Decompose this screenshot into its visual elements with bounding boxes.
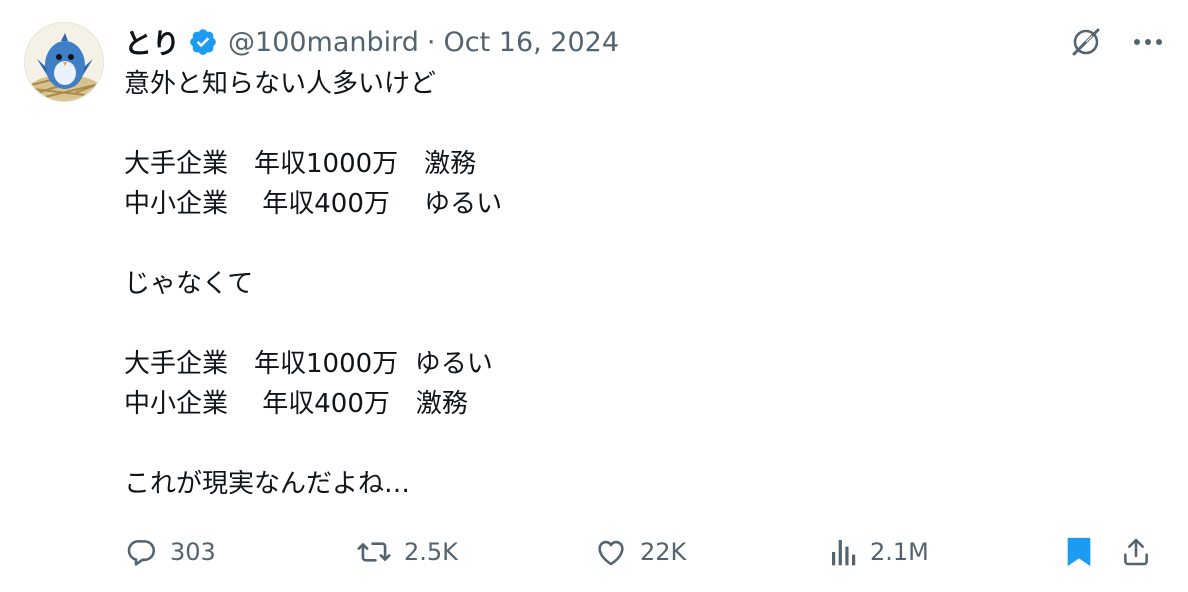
reply-count: 303 — [170, 538, 216, 566]
grok-icon[interactable] — [1068, 24, 1104, 60]
tweet-line: 中小企業 年収400万 激務 — [124, 389, 468, 419]
repost-icon — [356, 535, 392, 569]
share-icon — [1120, 535, 1152, 569]
reply-button[interactable]: 303 — [124, 528, 216, 576]
views-button[interactable]: 2.1M — [830, 528, 929, 576]
verified-badge-icon[interactable] — [188, 27, 218, 57]
repost-button[interactable]: 2.5K — [356, 528, 458, 576]
views-icon — [830, 536, 858, 568]
tweet-line — [124, 424, 1144, 464]
tweet-line: じゃなくて — [124, 269, 254, 299]
tweet-line — [124, 104, 1144, 144]
reply-icon — [124, 535, 158, 569]
tweet-line: 大手企業 年収1000万 ゆるい — [124, 349, 493, 379]
more-icon[interactable] — [1130, 24, 1166, 60]
repost-count: 2.5K — [404, 538, 458, 566]
bookmark-button[interactable] — [1064, 528, 1094, 576]
tweet-top-controls — [1068, 24, 1166, 60]
views-count: 2.1M — [870, 538, 929, 566]
display-name[interactable]: とり — [124, 22, 180, 62]
tweet-line: 中小企業 年収400万 ゆるい — [124, 189, 503, 219]
tweet-line — [124, 304, 1144, 344]
like-count: 22K — [640, 538, 687, 566]
user-handle[interactable]: @100manbird — [228, 27, 419, 58]
tweet-line — [124, 224, 1144, 264]
tweet-line: 大手企業 年収1000万 激務 — [124, 149, 477, 179]
header-separator: · — [426, 26, 436, 58]
avatar[interactable] — [24, 22, 104, 102]
tweet-actions: 303 2.5K 22K 2.1M — [124, 528, 1166, 576]
share-button[interactable] — [1120, 528, 1152, 576]
tweet-header: とり @100manbird · Oct 16, 2024 — [124, 22, 619, 62]
like-button[interactable]: 22K — [594, 528, 686, 576]
avatar-image — [25, 23, 103, 101]
tweet-line: これが現実なんだよね… — [124, 469, 411, 499]
heart-icon — [594, 535, 628, 569]
tweet-date[interactable]: Oct 16, 2024 — [444, 27, 620, 58]
tweet-text: 意外と知らない人多いけど 大手企業 年収1000万 激務 中小企業 年収400万… — [124, 64, 1144, 504]
tweet-line: 意外と知らない人多いけど — [124, 69, 437, 99]
bookmark-icon — [1064, 535, 1094, 569]
